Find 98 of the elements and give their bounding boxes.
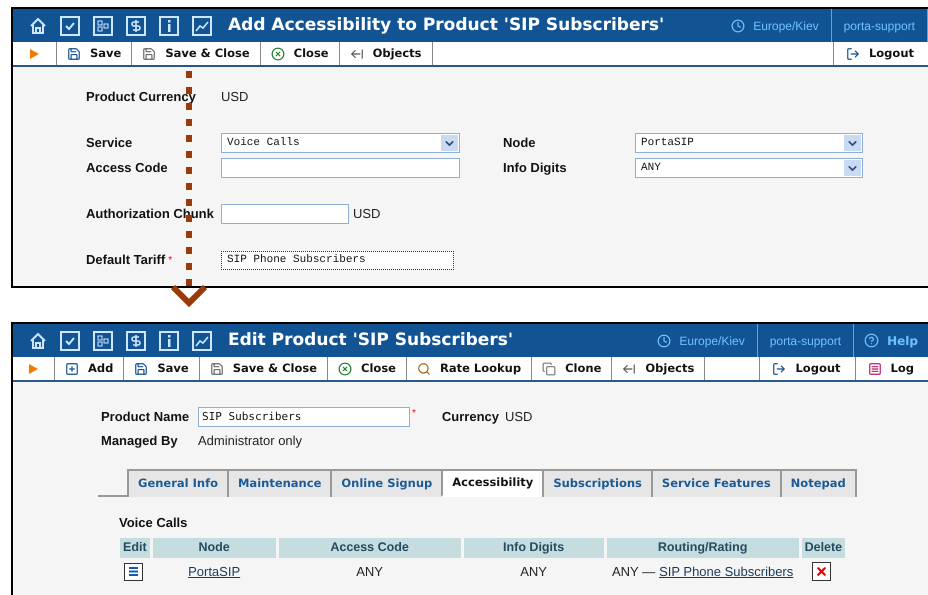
tab[interactable]: General Info: [127, 469, 227, 497]
column-header: Delete: [802, 538, 846, 558]
user-link[interactable]: porta-support: [844, 16, 915, 34]
column-header: Routing/Rating: [606, 538, 799, 558]
input-field[interactable]: SIP Subscribers: [198, 407, 410, 427]
toolbar-button[interactable]: Save: [57, 42, 132, 65]
home-icon[interactable]: [29, 16, 47, 34]
select-field[interactable]: Voice Calls: [221, 133, 460, 153]
required-mark: *: [412, 407, 416, 421]
dollar-icon[interactable]: [126, 330, 146, 350]
checkbox-icon[interactable]: [60, 16, 80, 36]
currency-value: USD: [504, 408, 532, 426]
dollar-icon[interactable]: [126, 16, 146, 36]
tab[interactable]: Online Signup: [330, 469, 442, 497]
delete-button[interactable]: [812, 562, 831, 581]
close-icon: [814, 565, 828, 578]
column-header: Edit: [120, 538, 150, 558]
floppy-icon: [210, 362, 224, 376]
home-icon[interactable]: [29, 332, 47, 350]
input-field[interactable]: [221, 158, 460, 178]
table-cell-text: ANY: [519, 562, 548, 581]
toolbar-button[interactable]: Clone: [532, 357, 612, 380]
currency-value: USD: [221, 88, 248, 106]
column-header: Access Code: [278, 538, 461, 558]
close-icon: [270, 46, 285, 60]
copy-icon: [542, 362, 556, 376]
toolbar-button[interactable]: Objects: [340, 42, 433, 65]
field-label: Node: [503, 134, 536, 152]
objects-icon: [622, 362, 636, 376]
magnifier-icon: [416, 362, 431, 376]
floppy-icon: [67, 46, 81, 60]
tab[interactable]: Maintenance: [226, 469, 330, 497]
logout-icon: [772, 362, 786, 376]
unit-label: USD: [353, 205, 380, 224]
grid-icon[interactable]: [93, 330, 113, 350]
toolbar-button[interactable]: Log: [854, 357, 928, 380]
toolbar-button[interactable]: Objects: [612, 357, 706, 380]
tab[interactable]: Service Features: [650, 469, 780, 497]
tab[interactable]: Notepad: [780, 469, 857, 497]
objects-icon: [350, 46, 364, 60]
toolbar-button[interactable]: Close: [328, 357, 407, 380]
toolbar-button[interactable]: Logout: [759, 357, 855, 380]
required-mark: *: [168, 254, 172, 268]
managed-by-value: Administrator only: [198, 432, 302, 450]
chart-icon[interactable]: [192, 330, 212, 350]
field-label: Currency: [442, 408, 499, 426]
field-label: Default Tariff: [86, 251, 166, 270]
table-cell-text: ANY: [355, 562, 384, 581]
timezone-link[interactable]: Europe/Kiev: [679, 332, 745, 350]
info-icon[interactable]: [159, 16, 179, 36]
toolbar-button[interactable]: Logout: [832, 42, 928, 65]
floppy-icon: [134, 362, 148, 376]
select-field[interactable]: ANY: [635, 158, 863, 178]
toolbar-button[interactable]: Add: [55, 357, 124, 380]
checkbox-icon[interactable]: [60, 330, 80, 350]
toolbar-button[interactable]: Rate Lookup: [406, 357, 532, 380]
clock-icon: [657, 334, 672, 348]
routing-prefix: ANY —: [612, 564, 656, 579]
grid-icon[interactable]: [93, 16, 113, 36]
log-icon: [868, 362, 882, 376]
field-label: Product Currency: [86, 88, 197, 106]
user-link[interactable]: porta-support: [770, 332, 842, 350]
play-arrow-icon[interactable]: [29, 364, 38, 374]
field-label: Info Digits: [503, 159, 567, 178]
floppy-icon: [142, 46, 156, 60]
toolbar-button[interactable]: Save: [124, 357, 200, 380]
field-label: Access Code: [86, 159, 168, 178]
select-field[interactable]: PortaSIP: [635, 133, 863, 153]
help-button[interactable]: Help: [854, 324, 928, 357]
column-header: Node: [152, 538, 276, 558]
edit-button[interactable]: [124, 562, 143, 580]
help-icon: [864, 333, 880, 348]
toolbar-button[interactable]: Save & Close: [132, 42, 261, 65]
tariff-link[interactable]: SIP Phone Subscribers: [659, 564, 794, 579]
add-icon: [65, 362, 79, 376]
window-title: Edit Product 'SIP Subscribers': [228, 328, 514, 352]
list-icon: [129, 567, 138, 576]
field-label: Managed By: [101, 432, 179, 450]
close-icon: [338, 362, 352, 376]
toolbar-button[interactable]: Save & Close: [200, 357, 328, 380]
column-header: Info Digits: [464, 538, 604, 558]
info-icon[interactable]: [159, 330, 179, 350]
tab[interactable]: Accessibility: [441, 469, 542, 497]
node-link[interactable]: PortaSIP: [188, 564, 240, 579]
chart-icon[interactable]: [192, 16, 212, 36]
clock-icon: [731, 18, 746, 32]
input-field[interactable]: SIP Phone Subscribers: [221, 250, 454, 270]
play-arrow-icon[interactable]: [30, 48, 39, 58]
section-title: Voice Calls: [119, 514, 188, 532]
logout-icon: [846, 46, 860, 60]
window-title: Add Accessibility to Product 'SIP Subscribers': [228, 14, 664, 37]
field-label: Product Name: [101, 408, 190, 426]
field-label: Service: [86, 134, 132, 152]
field-label: Authorization Chunk: [86, 205, 214, 224]
input-field[interactable]: [221, 204, 349, 224]
toolbar-button[interactable]: Close: [260, 42, 340, 65]
timezone-link[interactable]: Europe/Kiev: [753, 16, 819, 34]
tab[interactable]: Subscriptions: [542, 469, 651, 497]
